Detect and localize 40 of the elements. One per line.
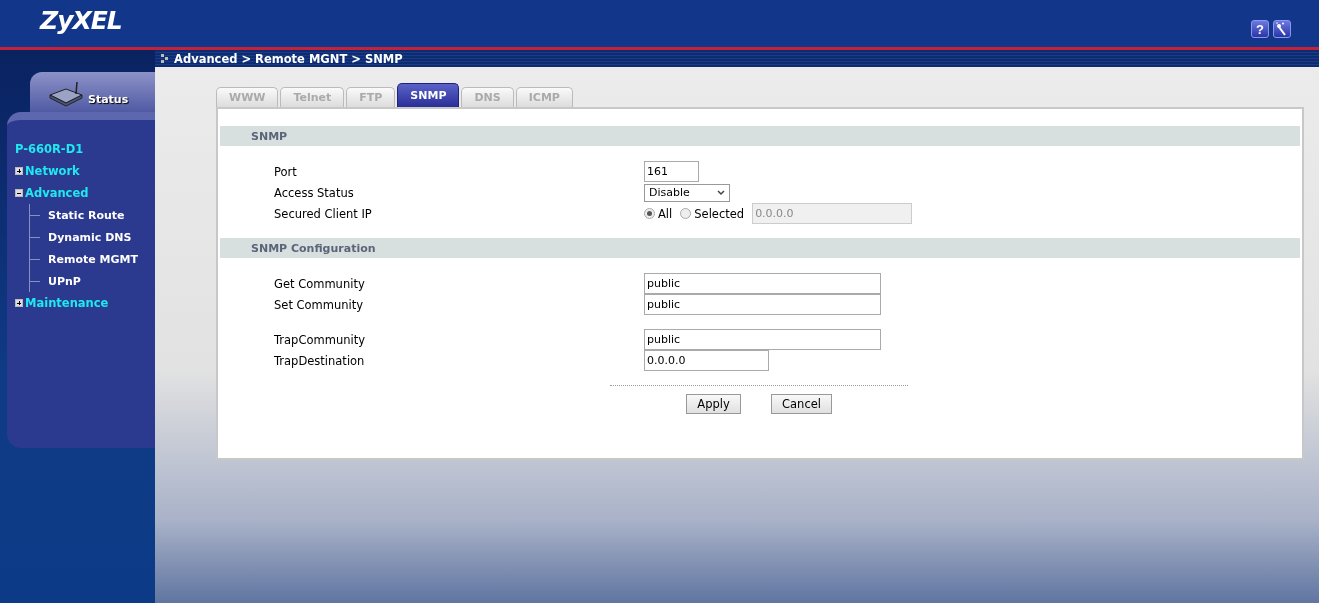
nav-item[interactable]: Advanced (25, 186, 89, 200)
field-label: Secured Client IP (273, 206, 373, 221)
nav-subitem[interactable]: Dynamic DNS (48, 230, 132, 244)
text-field[interactable]: 161 (644, 161, 699, 182)
button[interactable]: Cancel (771, 394, 832, 414)
nav-item[interactable]: Network (25, 164, 80, 178)
help-button[interactable]: ? (1251, 20, 1269, 38)
expand-icon[interactable] (15, 299, 23, 307)
bullet-icon (161, 54, 168, 63)
text-field[interactable]: public (644, 294, 881, 315)
tab[interactable]: SNMP (397, 83, 460, 107)
text-field[interactable]: public (644, 273, 881, 294)
radio-label: All (658, 206, 673, 221)
field-label: TrapDestination (273, 353, 366, 368)
button[interactable]: Apply (686, 394, 741, 414)
wizard-button[interactable] (1273, 20, 1291, 38)
zyxel-logo: ZyXEL (40, 6, 122, 35)
field-label: Port (273, 164, 298, 179)
section-header: SNMP (220, 126, 1300, 146)
section-header: SNMP Configuration (220, 238, 1300, 258)
radio-button[interactable] (644, 208, 655, 219)
chevron-icon (717, 189, 725, 196)
breadcrumb: Advanced > Remote MGNT > SNMP (174, 51, 403, 66)
radio-label: Selected (694, 206, 745, 221)
field-label: Get Community (273, 276, 366, 291)
radio-button[interactable] (680, 208, 692, 219)
collapse-icon[interactable] (15, 189, 23, 197)
text-field[interactable]: public (644, 329, 881, 350)
text-field[interactable]: 0.0.0.0 (644, 350, 769, 371)
field-label: Set Community (273, 297, 365, 312)
nav-subitem[interactable]: UPnP (48, 274, 81, 288)
nav-subitem[interactable]: Remote MGMT (48, 252, 138, 266)
field-label: TrapCommunity (273, 332, 366, 347)
dropdown[interactable]: Disable (644, 183, 730, 202)
router-icon (48, 81, 84, 107)
device-name: P-660R-D1 (15, 142, 84, 156)
nav-item[interactable]: Maintenance (25, 296, 109, 310)
expand-icon[interactable] (15, 167, 23, 175)
field-label: Access Status (273, 185, 355, 200)
nav-subitem[interactable]: Static Route (48, 208, 125, 222)
